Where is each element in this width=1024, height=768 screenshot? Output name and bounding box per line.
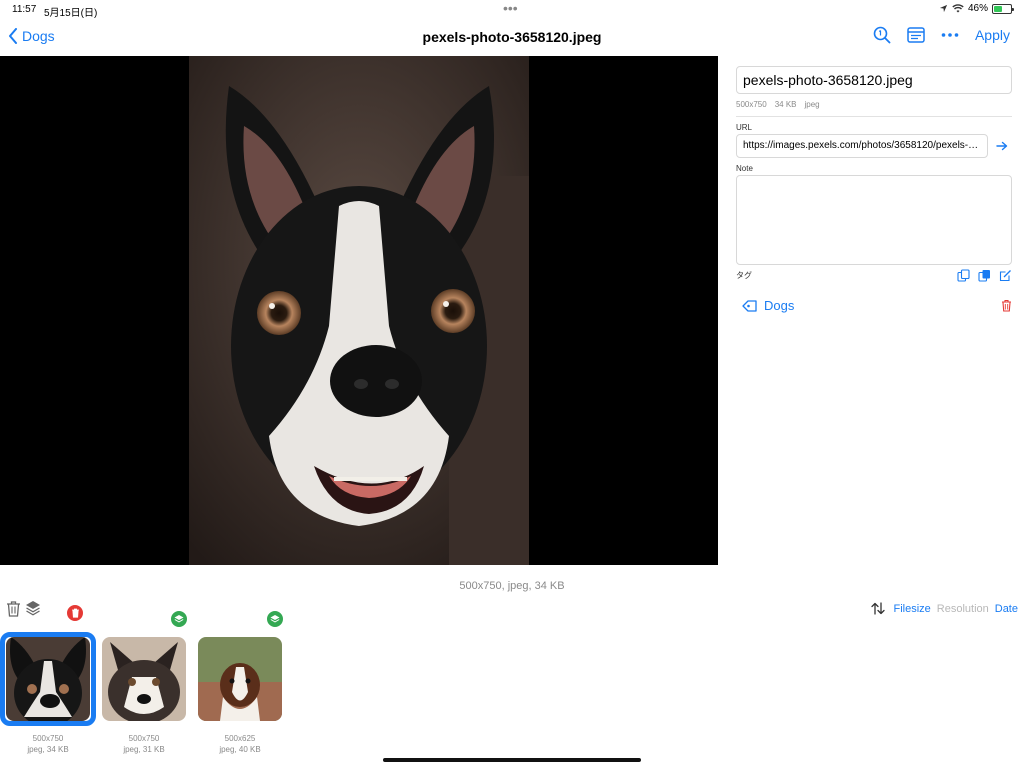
layers-icon <box>26 601 40 616</box>
thumbnail-image <box>198 637 282 721</box>
file-format: jpeg <box>804 100 820 109</box>
apply-button[interactable]: Apply <box>975 27 1010 43</box>
open-url-button[interactable] <box>996 141 1008 151</box>
location-icon <box>939 4 948 13</box>
thumbnail-caption: 500x750 jpeg, 34 KB <box>0 733 96 755</box>
sort-resolution-button[interactable]: Resolution <box>937 603 989 615</box>
sort-filesize-button[interactable]: Filesize <box>893 603 930 615</box>
tag-item: Dogs <box>736 298 1012 313</box>
more-icon <box>941 33 959 37</box>
arrow-right-icon <box>996 141 1008 151</box>
note-label: Note <box>736 164 753 173</box>
tag-icon <box>742 299 757 312</box>
document-icon <box>907 27 925 43</box>
remove-tag-button[interactable] <box>1001 299 1012 312</box>
sort-date-button[interactable]: Date <box>995 603 1018 615</box>
paste-icon <box>978 270 990 282</box>
multitasking-dots-icon[interactable]: ••• <box>503 1 518 15</box>
wifi-icon <box>952 4 964 13</box>
battery-icon <box>992 3 1014 14</box>
thumbnail-image <box>102 637 186 721</box>
thumbnail-resolution: 500x750 <box>128 734 160 743</box>
thumbnail-resolution: 500x750 <box>32 734 64 743</box>
note-field[interactable] <box>736 175 1012 265</box>
battery-percent: 46% <box>967 3 988 14</box>
delete-button[interactable] <box>6 600 21 617</box>
image-viewer[interactable] <box>0 56 718 565</box>
dog-photo <box>189 56 529 565</box>
layers-icon <box>270 615 280 623</box>
back-button[interactable]: Dogs <box>8 28 55 44</box>
status-time: 11:57 <box>12 4 37 15</box>
url-label: URL <box>736 123 753 132</box>
home-indicator[interactable] <box>383 758 641 762</box>
thumbnail-info: jpeg, 40 KB <box>219 745 261 754</box>
navigation-bar: Dogs pexels-photo-3658120.jpeg Apply <box>0 20 1024 56</box>
stack-badge <box>170 610 188 628</box>
stack-badge <box>266 610 284 628</box>
tag-label-text: Dogs <box>764 298 795 313</box>
info-button[interactable] <box>907 27 925 43</box>
trash-icon <box>1002 299 1011 312</box>
edit-icon <box>999 270 1011 282</box>
file-resolution: 500x750 <box>736 100 767 109</box>
back-button-label: Dogs <box>22 28 55 44</box>
trash-icon <box>7 601 20 617</box>
search-button[interactable] <box>873 26 891 44</box>
paste-tags-button[interactable] <box>978 269 991 282</box>
tag-dogs[interactable]: Dogs <box>742 298 794 313</box>
page-title: pexels-photo-3658120.jpeg <box>422 29 602 45</box>
edit-tags-button[interactable] <box>999 269 1012 282</box>
file-meta: 500x750 34 KB jpeg <box>736 100 1012 109</box>
trash-icon <box>71 608 79 618</box>
status-bar: 11:57 5月15日(日) ••• 46% <box>0 0 1024 20</box>
status-indicators: 46% <box>939 3 1014 14</box>
url-field[interactable]: https://images.pexels.com/photos/3658120… <box>736 134 988 158</box>
tag-label: タグ <box>736 271 752 280</box>
chevron-left-icon <box>9 28 17 44</box>
stack-button[interactable] <box>25 600 41 617</box>
status-date: 5月15日(日) <box>44 8 98 19</box>
sort-arrows-icon <box>871 602 886 615</box>
thumbnail-info: jpeg, 34 KB <box>27 745 69 754</box>
bottom-toolbar: Filesize Resolution Date <box>0 598 1024 620</box>
search-icon <box>873 26 891 44</box>
details-panel: 500x750 34 KB jpeg URL https://images.pe… <box>736 66 1012 313</box>
sort-controls: Filesize Resolution Date <box>871 602 1018 615</box>
copy-icon <box>957 269 970 282</box>
thumbnail-image <box>6 637 90 721</box>
filename-field[interactable] <box>736 66 1012 94</box>
more-button[interactable] <box>941 32 959 38</box>
thumbnail-caption: 500x750 jpeg, 31 KB <box>96 733 192 755</box>
sort-order-button[interactable] <box>871 602 886 615</box>
file-size: 34 KB <box>774 100 797 109</box>
thumbnail-info: jpeg, 31 KB <box>123 745 165 754</box>
image-info-caption: 500x750, jpeg, 34 KB <box>459 580 565 592</box>
thumbnail-resolution: 500x625 <box>224 734 256 743</box>
divider <box>736 116 1012 117</box>
layers-icon <box>174 615 184 623</box>
thumbnail-caption: 500x625 jpeg, 40 KB <box>192 733 288 755</box>
copy-tags-button[interactable] <box>957 269 970 282</box>
delete-badge <box>66 604 84 622</box>
